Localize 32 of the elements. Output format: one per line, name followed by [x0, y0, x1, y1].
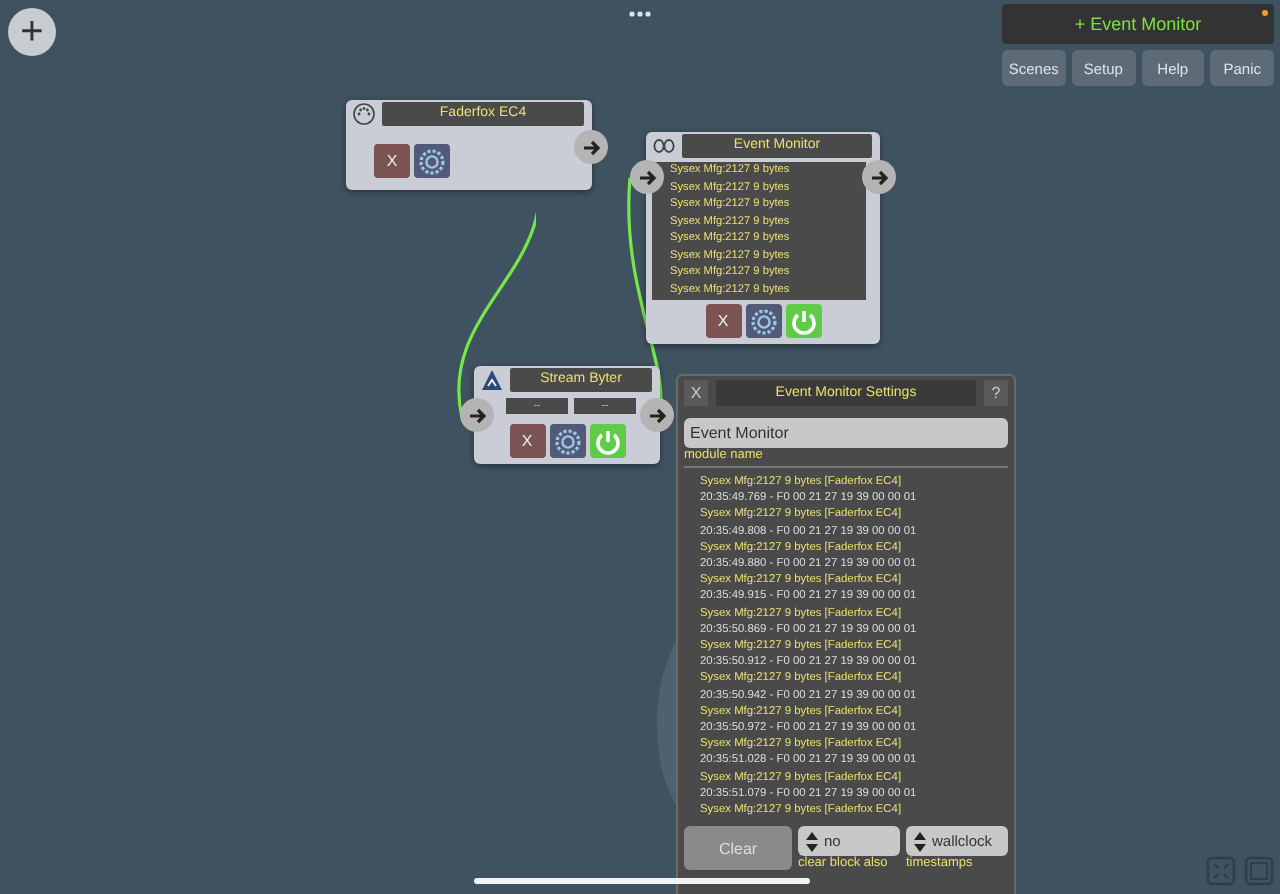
- remove-button[interactable]: X: [509, 424, 545, 458]
- help-button[interactable]: ?: [984, 380, 1008, 406]
- arrow-icon: [465, 403, 489, 427]
- midi-port-icon: [352, 102, 376, 126]
- settings-button[interactable]: [549, 424, 585, 458]
- output-port[interactable]: [862, 160, 896, 194]
- close-button[interactable]: X: [684, 380, 708, 406]
- input-port[interactable]: [630, 160, 664, 194]
- current-module-button[interactable]: + Event Monitor: [1002, 4, 1274, 44]
- settings-icon: [747, 305, 779, 337]
- glasses-icon: [652, 134, 676, 158]
- power-icon: [787, 305, 819, 337]
- arrow-icon: [579, 135, 603, 159]
- settings-icon: [551, 425, 583, 457]
- input-port[interactable]: [460, 398, 494, 432]
- up-down-icon: [914, 831, 926, 851]
- stream-byter-icon: [480, 368, 504, 392]
- output-port[interactable]: [640, 398, 674, 432]
- arrow-icon: [635, 165, 659, 189]
- output-port[interactable]: [574, 130, 608, 164]
- remove-button[interactable]: X: [705, 304, 741, 338]
- power-icon: [591, 425, 623, 457]
- name-field[interactable]: Event Monitor: [684, 418, 1008, 448]
- more-icon[interactable]: [628, 10, 652, 18]
- arrow-icon: [645, 403, 669, 427]
- up-down-icon: [806, 831, 818, 851]
- remove-button[interactable]: X: [374, 144, 410, 178]
- settings-button[interactable]: [745, 304, 781, 338]
- arrow-icon: [867, 165, 891, 189]
- settings-icon: [416, 145, 448, 177]
- settings-button[interactable]: [414, 144, 450, 178]
- add-button[interactable]: +: [8, 8, 56, 56]
